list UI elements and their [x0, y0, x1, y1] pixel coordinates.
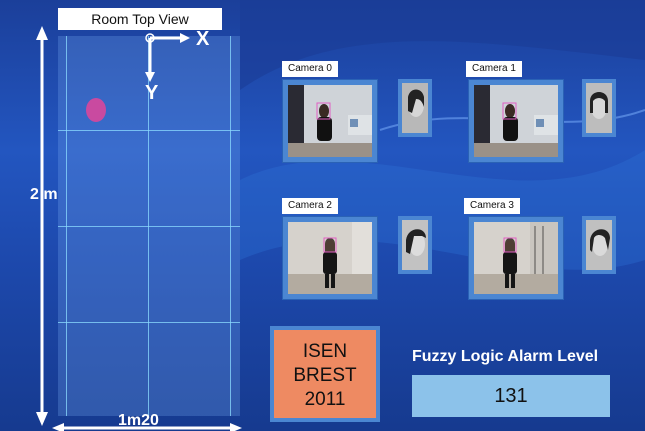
camera-1-image — [474, 85, 558, 157]
logo-line-1: ISEN — [302, 341, 348, 362]
face-image — [402, 83, 428, 133]
isen-logo-box: ISEN BREST 2011 — [270, 326, 380, 422]
camera-0-face-crop — [398, 79, 432, 137]
face-image — [586, 83, 612, 133]
room-width-label: 1m20 — [118, 412, 159, 429]
grid-line — [58, 226, 240, 227]
camera-1-face-crop — [582, 79, 616, 137]
camera-2-feed[interactable] — [282, 216, 378, 300]
face-image — [586, 220, 612, 270]
alarm-level-title: Fuzzy Logic Alarm Level — [412, 348, 599, 365]
alarm-level-value: 131 — [412, 375, 610, 417]
logo-line-2: BREST — [293, 365, 357, 386]
logo-line-3: 2011 — [304, 389, 346, 410]
grid-line — [58, 322, 240, 323]
grid-line — [58, 130, 240, 131]
person-position-marker — [86, 98, 106, 122]
camera-2-label: Camera 2 — [282, 198, 338, 214]
camera-3-face-crop — [582, 216, 616, 274]
camera-2-face-crop — [398, 216, 432, 274]
camera-3-image — [474, 222, 558, 294]
camera-0-feed[interactable] — [282, 79, 378, 163]
camera-1-feed[interactable] — [468, 79, 564, 163]
face-image — [402, 220, 428, 270]
camera-0-label: Camera 0 — [282, 61, 338, 77]
y-axis-label: Y — [145, 82, 159, 104]
camera-1-label: Camera 1 — [466, 61, 522, 77]
room-title: Room Top View — [58, 8, 222, 30]
camera-3-feed[interactable] — [468, 216, 564, 300]
camera-2-image — [288, 222, 372, 294]
camera-0-image — [288, 85, 372, 157]
x-axis-label: X — [196, 28, 210, 50]
camera-3-label: Camera 3 — [464, 198, 520, 214]
room-height-label: 2 m — [30, 186, 58, 203]
